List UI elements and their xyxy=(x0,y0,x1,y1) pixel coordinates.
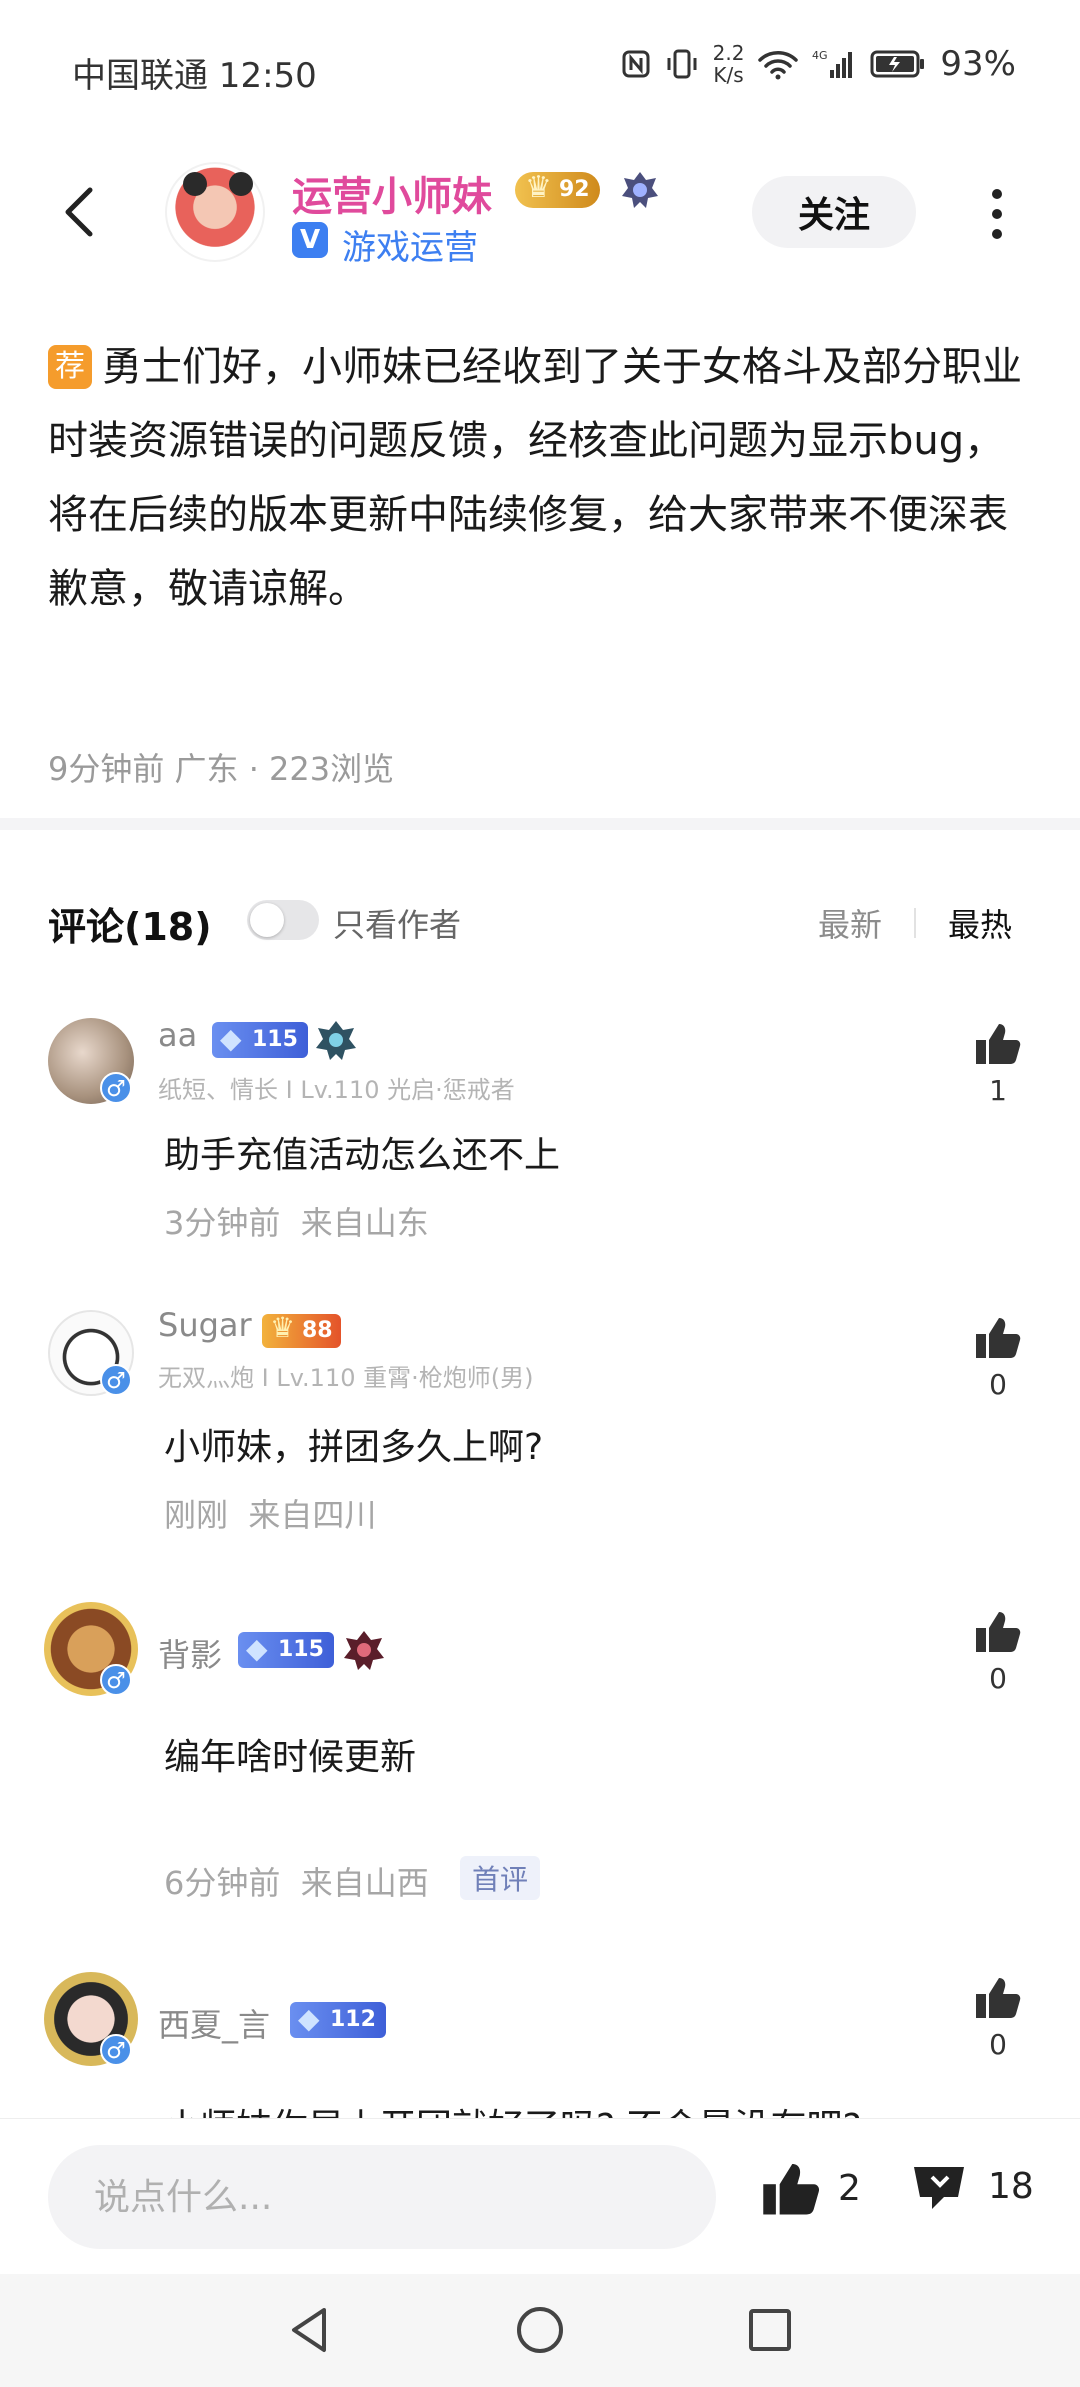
rank-emblem-icon xyxy=(316,1021,356,1060)
thumbs-up-icon xyxy=(976,1612,1021,1652)
status-icons: 2.2 K/s 4G 93% xyxy=(621,42,1016,86)
comment-like-button[interactable]: 0 xyxy=(968,1314,1028,1401)
comment-location: 来自山东 xyxy=(300,1204,429,1242)
net-speed-unit: K/s xyxy=(713,63,744,87)
sort-separator xyxy=(914,908,916,938)
comment-like-button[interactable]: 0 xyxy=(968,1974,1028,2061)
author-avatar[interactable] xyxy=(165,162,265,262)
comment-timestamp: 刚刚 xyxy=(164,1496,229,1534)
comment-item: ♂ 背影 115 编年啥时候更新 6分钟前 来自山西 首评 0 xyxy=(0,1598,1080,1902)
level-badge: 115 xyxy=(212,1021,308,1058)
post-header: 运营小师妹 92 V 游戏运营 关注 xyxy=(0,150,1080,280)
post-like-button[interactable]: 2 xyxy=(760,2159,861,2217)
comment-text: 编年啥时候更新 xyxy=(164,1737,417,1778)
net-speed: 2.2 K/s xyxy=(713,42,745,86)
vibrate-icon xyxy=(667,49,697,79)
battery-icon xyxy=(870,50,925,78)
rank-emblem-icon xyxy=(622,172,658,208)
bottom-action-bar: 2 18 xyxy=(0,2118,1080,2274)
comment-bubble-icon xyxy=(914,2167,964,2209)
post-meta: 9分钟前 广东 · 223浏览 xyxy=(48,750,395,788)
comment-item: ♂ Sugar 88 无双灬炮 I Lv.110 重霄·枪炮师(男) 小师妹，拼… xyxy=(0,1302,1080,1534)
comment-location: 来自山西 xyxy=(300,1864,429,1902)
rank-emblem-icon xyxy=(344,1631,384,1670)
comment-item: ♂ aa 115 纸短、情长 I Lv.110 光启·惩戒者 助手充值活动怎么还… xyxy=(0,1010,1080,1242)
svg-text:4G: 4G xyxy=(812,49,828,62)
gender-male-icon: ♂ xyxy=(100,2034,132,2066)
comment-time: 6分钟前 来自山西 xyxy=(164,1858,429,1904)
follow-button[interactable]: 关注 xyxy=(752,176,916,248)
level-badge: 92 xyxy=(515,170,600,208)
post-like-count: 2 xyxy=(838,2167,861,2209)
signal-icon: 4G xyxy=(812,49,853,78)
commenter-name[interactable]: aa xyxy=(158,1016,197,1054)
gender-male-icon: ♂ xyxy=(100,1364,132,1396)
comment-timestamp: 6分钟前 xyxy=(164,1864,281,1902)
comment-text: 小师妹，拼团多久上啊? xyxy=(164,1427,544,1468)
level-badge: 88 xyxy=(262,1311,341,1348)
level-badge: 112 xyxy=(290,2001,386,2038)
carrier-time: 中国联通 12:50 xyxy=(72,56,317,96)
gender-male-icon: ♂ xyxy=(100,1664,132,1696)
author-name[interactable]: 运营小师妹 xyxy=(292,164,492,222)
nav-recents-icon[interactable] xyxy=(740,2300,800,2360)
system-nav-bar xyxy=(0,2274,1080,2387)
thumbs-up-icon xyxy=(976,1024,1021,1064)
comment-like-button[interactable]: 1 xyxy=(968,1020,1028,1107)
comment-item: ♂ 西夏_言 112 小师妹你早上开团就好了吗? 不会是没有吧? 0 xyxy=(0,1968,1080,2118)
commenter-name[interactable]: Sugar xyxy=(158,1306,252,1344)
post-content: 荐勇士们好，小师妹已经收到了关于女格斗及部分职业时装资源错误的问题反馈，经核查此… xyxy=(48,330,1038,626)
commenter-subtitle: 无双灬炮 I Lv.110 重霄·枪炮师(男) xyxy=(158,1364,534,1392)
comment-location: 来自四川 xyxy=(248,1496,377,1534)
comment-time: 刚刚 来自四川 xyxy=(164,1490,376,1536)
thumbs-up-icon xyxy=(976,1978,1021,2018)
first-comment-tag: 首评 xyxy=(460,1856,541,1900)
like-count: 0 xyxy=(989,2028,1007,2061)
comments-title: 评论(18) xyxy=(48,905,212,949)
post-comment-button[interactable]: 18 xyxy=(910,2159,1034,2213)
commenter-name[interactable]: 西夏_言 xyxy=(158,2000,270,2046)
commenter-name[interactable]: 背影 xyxy=(158,1630,222,1676)
author-role: 游戏运营 xyxy=(342,228,478,268)
thumbs-up-icon xyxy=(976,1318,1021,1358)
only-author-toggle[interactable] xyxy=(247,900,319,940)
status-bar: 中国联通 12:50 2.2 K/s 4G 93% xyxy=(0,0,1080,130)
comment-time: 3分钟前 来自山东 xyxy=(164,1198,429,1244)
battery-percent: 93% xyxy=(940,44,1016,84)
verified-badge: V xyxy=(292,222,328,258)
sort-newest-tab[interactable]: 最新 xyxy=(818,900,882,946)
comments-header: 评论(18) 只看作者 最新 最热 xyxy=(0,880,1080,960)
wifi-icon xyxy=(758,51,799,80)
comment-input[interactable] xyxy=(48,2145,716,2249)
nav-home-icon[interactable] xyxy=(510,2300,570,2360)
back-icon[interactable] xyxy=(52,182,112,242)
comment-like-button[interactable]: 0 xyxy=(968,1608,1028,1695)
nfc-icon xyxy=(622,50,650,78)
like-count: 0 xyxy=(989,1368,1007,1401)
nav-back-icon[interactable] xyxy=(280,2300,340,2360)
more-options-icon[interactable] xyxy=(975,184,1019,244)
section-divider xyxy=(0,818,1080,830)
gender-male-icon: ♂ xyxy=(100,1072,132,1104)
thumbs-up-icon xyxy=(763,2164,820,2215)
sort-hottest-tab[interactable]: 最热 xyxy=(948,900,1012,946)
comment-text: 助手充值活动怎么还不上 xyxy=(164,1135,561,1176)
net-speed-value: 2.2 xyxy=(712,41,745,65)
comment-text: 小师妹你早上开团就好了吗? 不会是没有吧? xyxy=(164,2098,862,2118)
level-badge: 115 xyxy=(238,1631,334,1668)
post-comment-count: 18 xyxy=(988,2165,1034,2207)
post-text: 勇士们好，小师妹已经收到了关于女格斗及部分职业时装资源错误的问题反馈，经核查此问… xyxy=(48,344,1022,612)
commenter-subtitle: 纸短、情长 I Lv.110 光启·惩戒者 xyxy=(158,1076,515,1104)
comment-timestamp: 3分钟前 xyxy=(164,1204,281,1242)
like-count: 0 xyxy=(989,1662,1007,1695)
like-count: 1 xyxy=(989,1074,1007,1107)
only-author-label[interactable]: 只看作者 xyxy=(333,900,461,946)
recommended-tag: 荐 xyxy=(48,345,92,389)
